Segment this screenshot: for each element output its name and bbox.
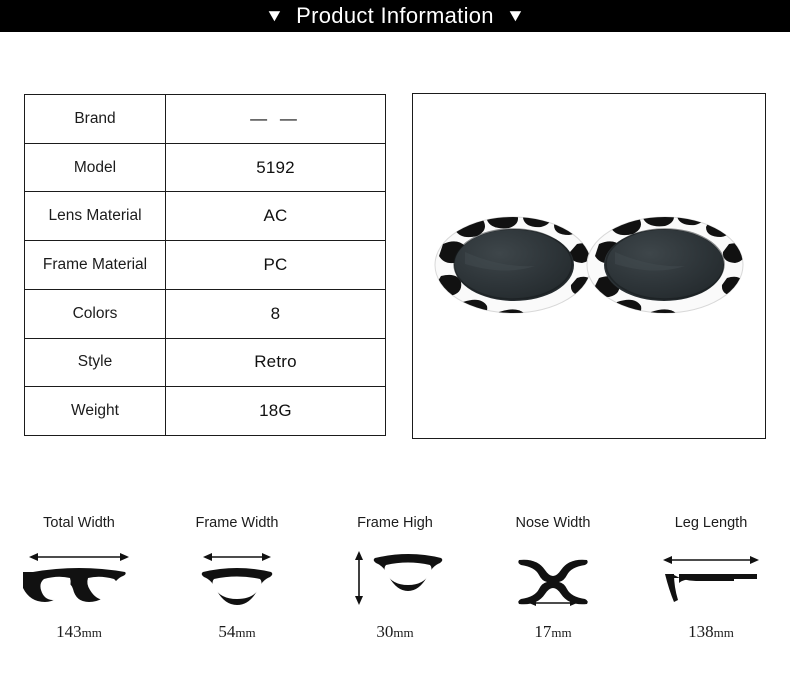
spec-label-weight: Weight — [25, 387, 166, 436]
spec-label-lens-material: Lens Material — [25, 192, 166, 241]
spec-value-style: Retro — [254, 352, 297, 372]
measure-title: Frame Width — [195, 515, 279, 531]
product-image-panel — [412, 93, 766, 439]
table-row: Frame Material PC — [25, 241, 385, 290]
measurement-strip: Total Width 143mm Frame Width 54mm Frame… — [0, 512, 790, 662]
spec-label-model: Model — [25, 143, 166, 192]
spec-value-brand: — — — [250, 108, 301, 128]
table-row: Weight 18G — [25, 387, 385, 436]
page-title: Product Information — [296, 3, 494, 28]
single-lens-height-icon — [339, 542, 451, 614]
triangle-down-icon-left: ▼ — [265, 5, 285, 25]
nose-bridge-icon — [497, 542, 609, 614]
measure-value: 143mm — [56, 622, 102, 641]
specification-table: Brand — — Model 5192 Lens Material AC Fr… — [24, 94, 386, 436]
table-row: Model 5192 — [25, 143, 385, 193]
spec-label-colors: Colors — [25, 289, 166, 338]
measure-nose-width: Nose Width 17mm — [474, 512, 632, 662]
measure-value: 30mm — [376, 622, 414, 641]
measure-title: Nose Width — [515, 515, 591, 531]
measure-title: Leg Length — [674, 515, 748, 531]
measure-value: 138mm — [688, 622, 734, 641]
page-header-bar: ▼ Product Information ▼ — [0, 0, 790, 32]
table-row: Colors 8 — [25, 289, 385, 339]
measure-title: Frame High — [357, 515, 433, 531]
measure-leg-length: Leg Length 138mm — [632, 512, 790, 662]
table-row: Lens Material AC — [25, 192, 385, 242]
table-row: Brand — — — [25, 95, 385, 144]
spec-value-model: 5192 — [256, 157, 295, 177]
single-lens-width-icon — [181, 542, 293, 614]
sunglasses-product-photo — [413, 94, 765, 438]
spec-value-colors: 8 — [270, 303, 281, 323]
spec-label-style: Style — [25, 338, 166, 387]
measure-title: Total Width — [43, 515, 115, 531]
measure-frame-high: Frame High 30mm — [316, 512, 474, 662]
spec-label-brand: Brand — [25, 95, 166, 143]
spec-value-frame-material: PC — [263, 255, 288, 275]
measure-total-width: Total Width 143mm — [0, 512, 158, 662]
triangle-down-icon-right: ▼ — [505, 5, 525, 25]
spec-label-frame-material: Frame Material — [25, 241, 166, 289]
full-frame-width-icon — [23, 542, 135, 614]
temple-arm-icon — [655, 542, 767, 614]
measure-value: 17mm — [534, 622, 572, 641]
spec-value-weight: 18G — [259, 401, 292, 421]
spec-value-lens-material: AC — [263, 206, 288, 226]
measure-frame-width: Frame Width 54mm — [158, 512, 316, 662]
table-row: Style Retro — [25, 338, 385, 388]
measure-value: 54mm — [218, 622, 256, 641]
